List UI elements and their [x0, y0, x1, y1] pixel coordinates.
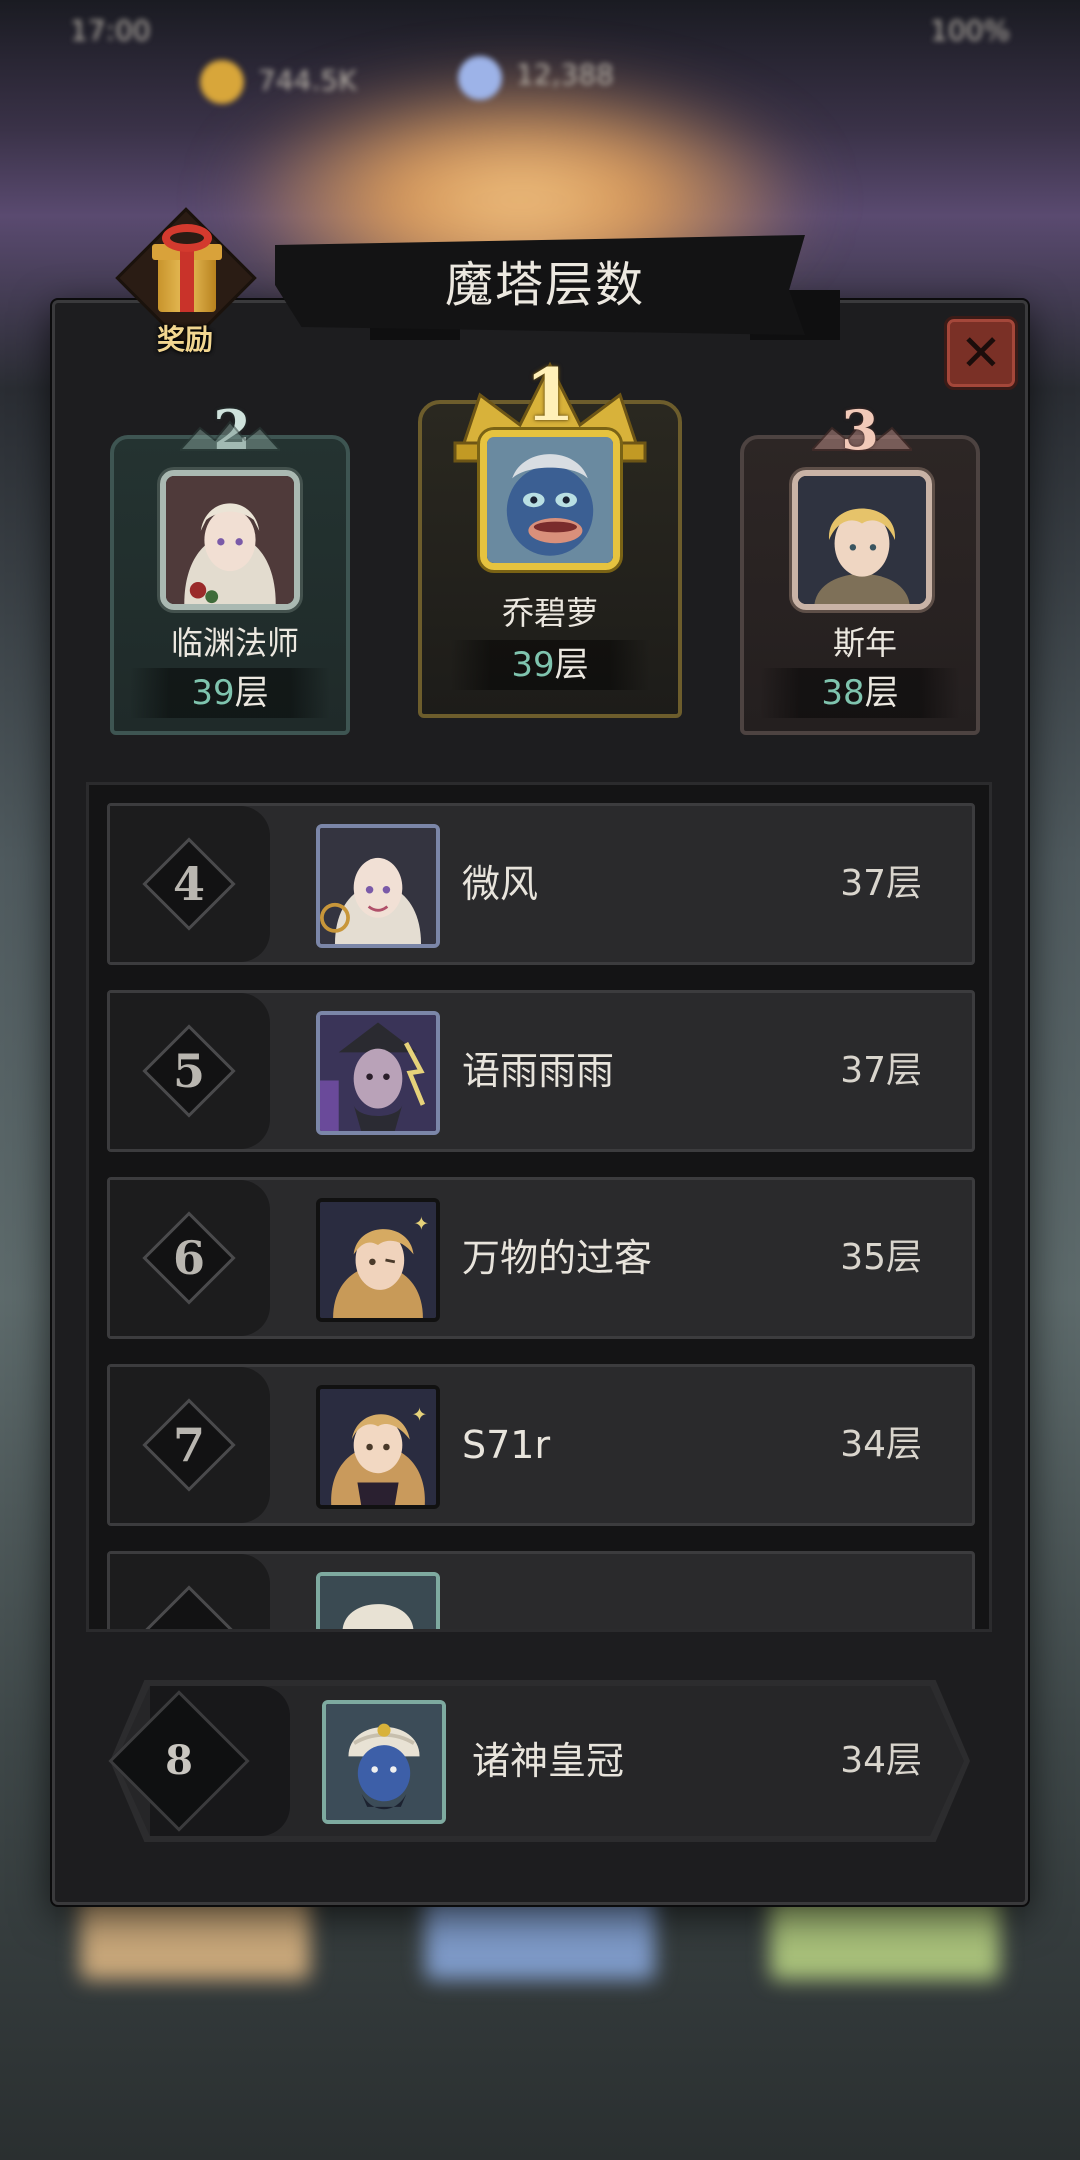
- avatar-portrait: [326, 1704, 442, 1820]
- player-score: 34层: [840, 1424, 922, 1465]
- player-score: 37层: [840, 863, 922, 904]
- rank-diamond-icon: 7: [136, 1392, 242, 1498]
- player-name: S71r: [462, 1423, 551, 1467]
- podium-floor-1: 39: [511, 645, 555, 685]
- player-name: 微风: [462, 862, 539, 906]
- rank-diamond-icon: [136, 1579, 242, 1629]
- player-avatar: [316, 1011, 440, 1135]
- gold-amount: 744.5K: [258, 64, 357, 97]
- player-avatar: [316, 1572, 440, 1629]
- podium-score-3: 38层: [760, 668, 960, 718]
- my-score: 34层: [840, 1740, 922, 1781]
- gold-coin-icon: [200, 60, 244, 104]
- gem-icon: [458, 56, 502, 100]
- rank-number: 6: [172, 1231, 205, 1285]
- avatar-portrait: [320, 1576, 436, 1629]
- player-avatar: [316, 824, 440, 948]
- avatar-portrait: [487, 437, 613, 563]
- ranking-row[interactable]: 7 ✦ S71r 34层: [107, 1364, 975, 1526]
- rank-diamond-icon: 6: [136, 1205, 242, 1311]
- podium-rank-3: 3: [841, 398, 879, 462]
- player-name: 语雨雨雨: [462, 1049, 615, 1093]
- podium-name-1: 乔碧萝: [501, 594, 598, 632]
- player-score: 37层: [840, 1050, 922, 1091]
- ranking-row[interactable]: [107, 1551, 975, 1629]
- rank-diamond-icon: 5: [136, 1018, 242, 1124]
- ranking-row[interactable]: 4 微风 37层: [107, 803, 975, 965]
- avatar-portrait: [320, 828, 436, 944]
- gift-bow: [162, 224, 212, 252]
- reward-label[interactable]: 奖励: [140, 318, 230, 358]
- podium-rank-1: 1: [524, 352, 576, 437]
- player-score: 35层: [840, 1237, 922, 1278]
- ranking-row[interactable]: 6 ✦ 万物的过客 35层: [107, 1177, 975, 1339]
- svg-text:✦: ✦: [412, 1405, 428, 1426]
- ranking-list[interactable]: 4 微风 37层 5 语雨雨雨 37层 6 ✦ 万物的过客 35层 7 ✦ S7…: [86, 782, 992, 1632]
- podium-floor-2: 39: [191, 673, 235, 713]
- rank-number: 4: [172, 857, 205, 911]
- svg-text:✦: ✦: [414, 1214, 430, 1235]
- gift-ribbon: [180, 244, 194, 312]
- close-button[interactable]: ✕: [944, 316, 1018, 390]
- avatar-portrait: [166, 476, 294, 604]
- podium-avatar-3: [792, 470, 932, 610]
- rank-number: 5: [172, 1044, 205, 1098]
- floor-unit: 层: [234, 673, 269, 713]
- player-avatar: ✦: [316, 1198, 440, 1322]
- rank-number: 7: [172, 1418, 205, 1472]
- podium-score-1: 39层: [450, 640, 650, 690]
- floor-unit: 层: [554, 645, 589, 685]
- podium-name-2: 临渊法师: [170, 624, 299, 662]
- rank-cell: 4: [110, 806, 270, 962]
- rank-diamond-icon: 4: [136, 831, 242, 937]
- avatar-portrait: ✦: [320, 1202, 436, 1318]
- podium-score-2: 39层: [130, 668, 330, 718]
- podium-avatar-2: [160, 470, 300, 610]
- ranking-row[interactable]: 5 语雨雨雨 37层: [107, 990, 975, 1152]
- avatar-portrait: ✦: [320, 1389, 436, 1505]
- my-avatar: [322, 1700, 446, 1824]
- rank-cell: [110, 1554, 270, 1629]
- podium-floor-3: 38: [821, 673, 865, 713]
- rank-cell: 5: [110, 993, 270, 1149]
- rank-number: [136, 1579, 242, 1629]
- my-name: 诸神皇冠: [472, 1739, 625, 1783]
- podium-avatar-1: [480, 430, 620, 570]
- close-x-icon: ✕: [960, 324, 1002, 382]
- crown-icon: [180, 420, 280, 451]
- status-time: 17:00: [70, 14, 151, 47]
- status-battery: 100%: [930, 14, 1011, 47]
- podium-name-3: 斯年: [832, 624, 897, 662]
- rank-diamond-icon: 8: [98, 1680, 260, 1842]
- player-avatar: ✦: [316, 1385, 440, 1509]
- player-name: 万物的过客: [462, 1236, 653, 1280]
- rank-cell: 6: [110, 1180, 270, 1336]
- rank-cell: 7: [110, 1367, 270, 1523]
- status-bar: 17:00 100% 744.5K 12,388: [0, 0, 1080, 120]
- gem-amount: 12,388: [516, 58, 614, 91]
- my-rank-number: 8: [165, 1737, 193, 1784]
- floor-unit: 层: [864, 673, 899, 713]
- avatar-portrait: [798, 476, 926, 604]
- panel-title: 魔塔层数: [444, 257, 645, 313]
- avatar-portrait: [320, 1015, 436, 1131]
- my-rank-bar[interactable]: 8 诸神皇冠 34层: [108, 1680, 970, 1842]
